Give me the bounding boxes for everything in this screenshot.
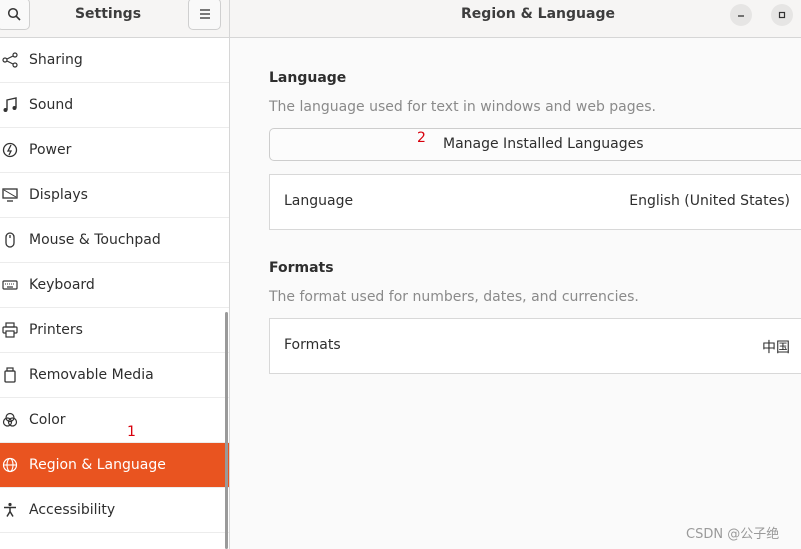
sidebar-title: Settings (74, 6, 142, 22)
sidebar-item-sound[interactable]: Sound (0, 83, 229, 128)
music-note-icon (2, 97, 18, 113)
formats-row-label: Formats (284, 337, 341, 353)
sidebar-item-color[interactable]: Color (0, 398, 229, 443)
accessibility-icon (2, 502, 18, 518)
search-button[interactable] (0, 0, 30, 30)
maximize-icon (778, 11, 786, 19)
sidebar-item-displays[interactable]: Displays (0, 173, 229, 218)
share-icon (2, 52, 18, 68)
hamburger-menu-icon (199, 9, 210, 19)
sidebar-item-label: Displays (29, 187, 88, 203)
sidebar: Settings Sharing Sound Power Displays Mo… (0, 0, 230, 549)
sidebar-header: Settings (0, 0, 229, 38)
color-icon (2, 412, 18, 428)
sidebar-item-label: Sharing (29, 52, 83, 68)
minimize-button[interactable] (730, 4, 752, 26)
sidebar-item-sharing[interactable]: Sharing (0, 38, 229, 83)
mouse-icon (2, 232, 18, 248)
main-header: Region & Language (230, 0, 801, 38)
annotation-1: 1 (127, 424, 136, 440)
minimize-icon (738, 15, 744, 17)
formats-section-description: The format used for numbers, dates, and … (269, 289, 639, 305)
sidebar-item-region-language[interactable]: Region & Language (0, 443, 229, 488)
power-icon (2, 142, 18, 158)
language-row[interactable]: Language English (United States) (269, 174, 801, 230)
language-section-description: The language used for text in windows an… (269, 99, 656, 115)
language-section-title: Language (269, 70, 347, 86)
settings-window: Settings Sharing Sound Power Displays Mo… (0, 0, 801, 549)
display-icon (2, 187, 18, 203)
sidebar-item-keyboard[interactable]: Keyboard (0, 263, 229, 308)
formats-row[interactable]: Formats 中国 (269, 318, 801, 374)
sidebar-item-label: Accessibility (29, 502, 116, 518)
sidebar-item-label: Mouse & Touchpad (29, 232, 161, 248)
sidebar-scrollbar[interactable] (225, 312, 228, 549)
language-row-label: Language (284, 193, 354, 209)
manage-installed-languages-label: Manage Installed Languages (443, 136, 644, 152)
sidebar-item-label: Removable Media (29, 367, 154, 383)
manage-installed-languages-button[interactable]: Manage Installed Languages (269, 128, 801, 161)
search-icon (7, 7, 21, 21)
formats-row-value: 中国 (762, 340, 790, 356)
sidebar-item-mouse-touchpad[interactable]: Mouse & Touchpad (0, 218, 229, 263)
formats-section-title: Formats (269, 260, 334, 276)
page-title: Region & Language (461, 6, 615, 22)
globe-icon (2, 457, 18, 473)
sidebar-item-power[interactable]: Power (0, 128, 229, 173)
sidebar-item-label: Printers (29, 322, 83, 338)
sidebar-item-label: Region & Language (29, 457, 166, 473)
printer-icon (2, 322, 18, 338)
sidebar-list: Sharing Sound Power Displays Mouse & Tou… (0, 38, 229, 533)
sidebar-item-label: Power (29, 142, 72, 158)
maximize-button[interactable] (771, 4, 793, 26)
sidebar-item-label: Keyboard (29, 277, 95, 293)
annotation-2: 2 (417, 130, 426, 146)
sidebar-item-printers[interactable]: Printers (0, 308, 229, 353)
watermark: CSDN @公子绝 (686, 527, 780, 542)
removable-media-icon (2, 367, 18, 383)
sidebar-item-label: Color (29, 412, 66, 428)
sidebar-item-label: Sound (29, 97, 74, 113)
language-row-value: English (United States) (629, 193, 790, 209)
sidebar-item-removable-media[interactable]: Removable Media (0, 353, 229, 398)
sidebar-item-accessibility[interactable]: Accessibility (0, 488, 229, 533)
keyboard-icon (2, 277, 18, 293)
menu-button[interactable] (188, 0, 221, 30)
